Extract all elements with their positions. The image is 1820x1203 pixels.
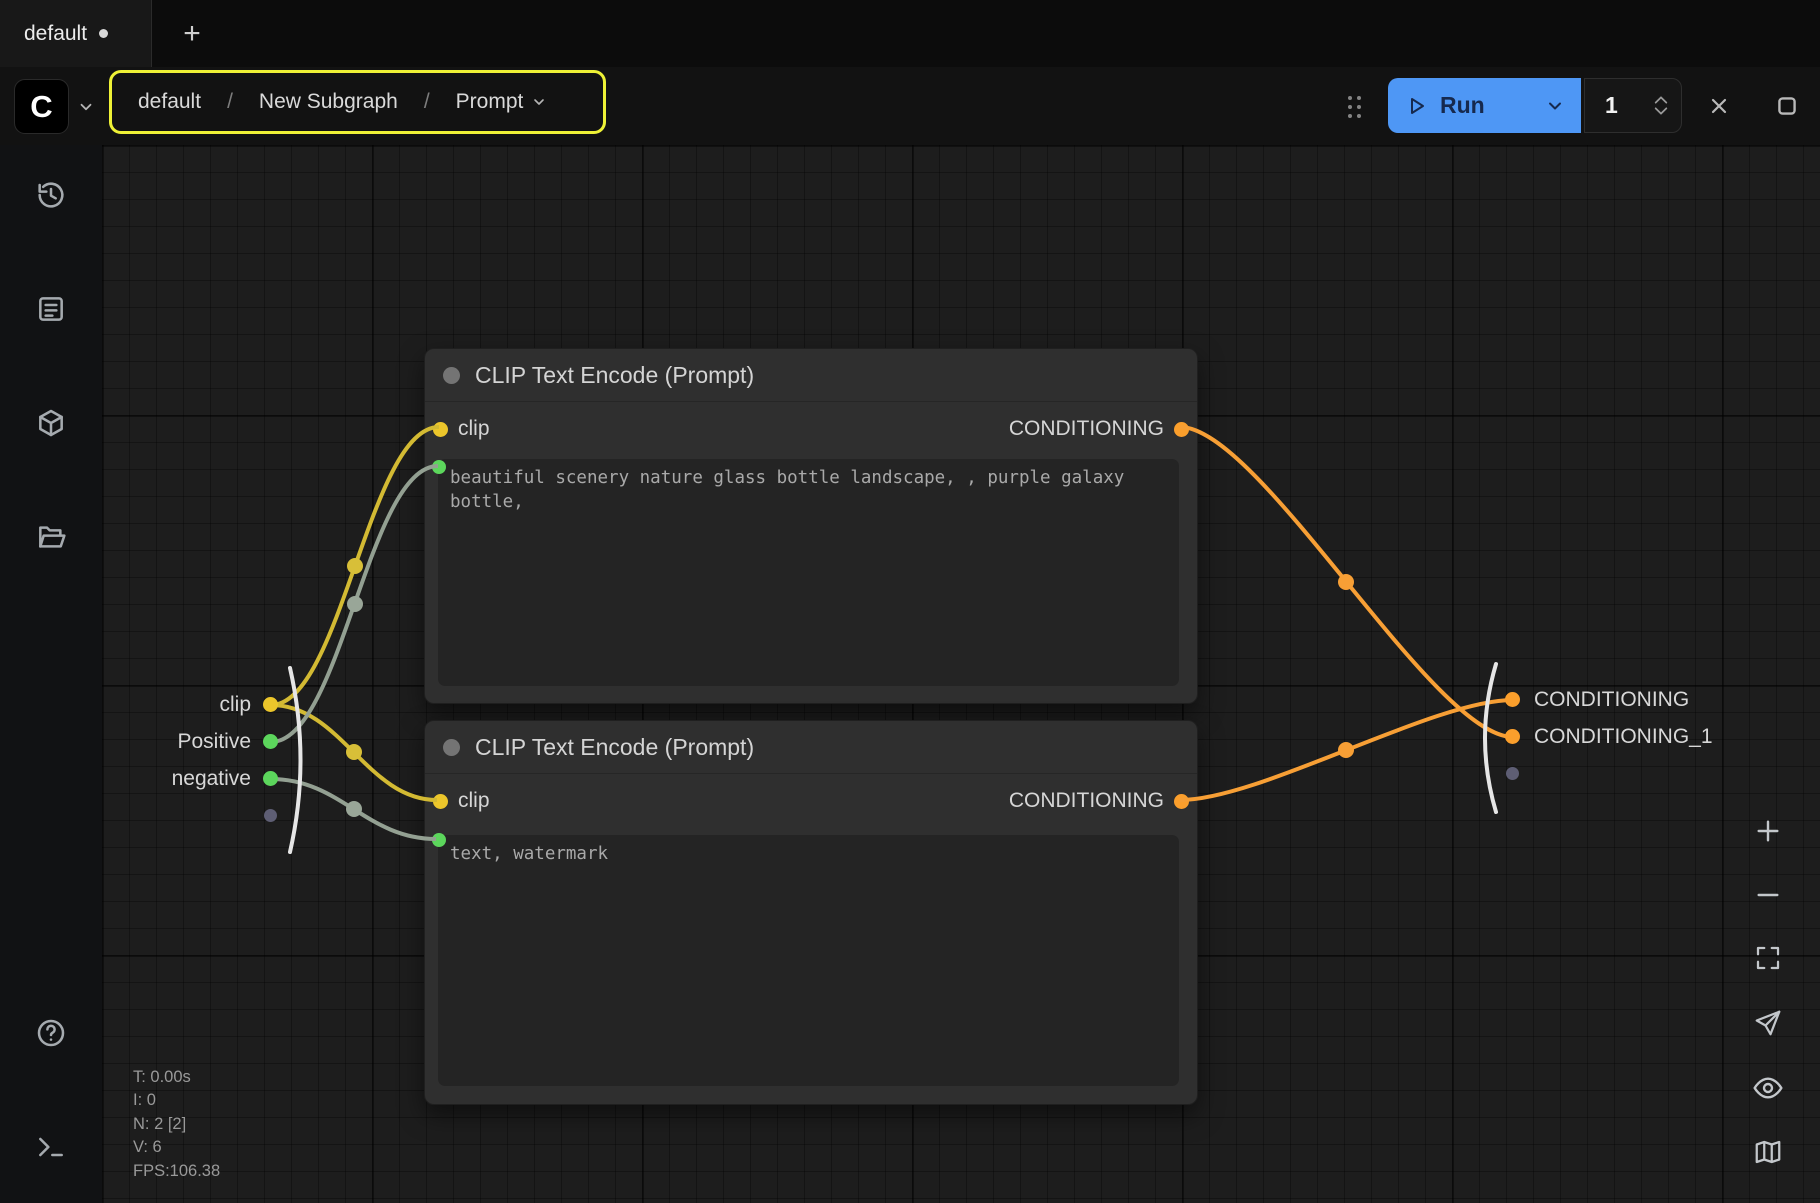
breadcrumb-separator: / bbox=[424, 90, 430, 114]
stat-version: V: 6 bbox=[133, 1136, 220, 1159]
workflow-tab-default[interactable]: default bbox=[0, 0, 152, 67]
stat-iterations: I: 0 bbox=[133, 1089, 220, 1112]
prompt-text-widget[interactable]: text, watermark bbox=[438, 835, 1179, 1086]
sidebar-item-node-library[interactable] bbox=[21, 279, 81, 339]
breadcrumb-item-prompt[interactable]: Prompt bbox=[456, 90, 548, 114]
clip-text-encode-node-2[interactable]: CLIP Text Encode (Prompt) clip CONDITION… bbox=[424, 720, 1198, 1105]
collapse-dot[interactable] bbox=[443, 739, 460, 756]
select-mode-button[interactable] bbox=[1746, 1001, 1790, 1045]
stepper-up-icon[interactable] bbox=[1653, 95, 1669, 105]
close-icon bbox=[1707, 94, 1731, 118]
minus-icon bbox=[1752, 879, 1784, 911]
comfyui-logo: C bbox=[14, 79, 69, 134]
app-menu-button[interactable]: C bbox=[14, 79, 95, 134]
subgraph-output-slot-empty[interactable] bbox=[1506, 767, 1519, 780]
history-icon bbox=[35, 179, 67, 211]
batch-count-stepper[interactable]: 1 bbox=[1584, 78, 1682, 133]
plus-icon bbox=[1752, 815, 1784, 847]
chevron-down-icon bbox=[77, 98, 95, 116]
batch-count-value[interactable]: 1 bbox=[1605, 92, 1653, 119]
clip-text-encode-node-1[interactable]: CLIP Text Encode (Prompt) clip CONDITION… bbox=[424, 348, 1198, 704]
cube-icon bbox=[35, 407, 67, 439]
performance-stats: T: 0.00s I: 0 N: 2 [2] V: 6 FPS:106.38 bbox=[133, 1066, 220, 1183]
conditioning-output-label: CONDITIONING bbox=[1009, 789, 1164, 813]
fit-view-icon bbox=[1753, 943, 1783, 973]
clip-input-label: clip bbox=[458, 789, 490, 813]
folder-open-icon bbox=[35, 521, 67, 553]
fit-view-button[interactable] bbox=[1746, 936, 1790, 980]
play-icon bbox=[1404, 94, 1428, 118]
clip-input-label: clip bbox=[458, 417, 490, 441]
square-icon bbox=[1774, 93, 1800, 119]
subgraph-output-slot-conditioning[interactable] bbox=[1505, 692, 1520, 707]
help-circle-icon bbox=[35, 1017, 67, 1049]
breadcrumb-item-subgraph[interactable]: New Subgraph bbox=[259, 90, 398, 114]
left-sidebar bbox=[0, 145, 102, 1203]
run-button[interactable]: Run bbox=[1388, 78, 1581, 133]
node-title-bar[interactable]: CLIP Text Encode (Prompt) bbox=[425, 349, 1197, 402]
list-document-icon bbox=[35, 293, 67, 325]
subgraph-input-slot-negative[interactable] bbox=[263, 771, 278, 786]
subgraph-output-label-conditioning: CONDITIONING bbox=[1534, 687, 1689, 713]
breadcrumb-separator: / bbox=[227, 90, 233, 114]
subgraph-input-label-clip: clip bbox=[101, 692, 251, 718]
stat-fps: FPS:106.38 bbox=[133, 1160, 220, 1183]
minimap-button[interactable] bbox=[1746, 1130, 1790, 1174]
node-slot-row: clip CONDITIONING bbox=[425, 774, 1197, 828]
toggle-visibility-button[interactable] bbox=[1746, 1066, 1790, 1110]
stepper-down-icon[interactable] bbox=[1653, 106, 1669, 116]
new-workflow-tab-button[interactable]: + bbox=[166, 0, 218, 67]
subgraph-output-slot-conditioning-1[interactable] bbox=[1505, 729, 1520, 744]
run-button-label: Run bbox=[1440, 92, 1485, 119]
subgraph-input-label-negative: negative bbox=[101, 766, 251, 792]
terminal-icon bbox=[35, 1131, 67, 1163]
cursor-send-icon bbox=[1753, 1008, 1783, 1038]
sidebar-item-model-library[interactable] bbox=[21, 393, 81, 453]
cancel-button[interactable] bbox=[1697, 84, 1741, 128]
zoom-out-button[interactable] bbox=[1746, 873, 1790, 917]
workflow-tab-label: default bbox=[24, 22, 87, 46]
stat-nodes: N: 2 [2] bbox=[133, 1113, 220, 1136]
run-options-chevron-icon[interactable] bbox=[1545, 96, 1565, 116]
sidebar-item-queue-history[interactable] bbox=[21, 165, 81, 225]
sidebar-item-help[interactable] bbox=[21, 1003, 81, 1063]
workflow-tab-bar: default + bbox=[0, 0, 1820, 67]
top-toolbar: C default / New Subgraph / Prompt Run 1 bbox=[0, 67, 1820, 145]
node-title: CLIP Text Encode (Prompt) bbox=[475, 362, 754, 389]
subgraph-input-slot-positive[interactable] bbox=[263, 734, 278, 749]
map-icon bbox=[1753, 1137, 1783, 1167]
conditioning-output-label: CONDITIONING bbox=[1009, 417, 1164, 441]
chevron-down-icon bbox=[531, 94, 547, 110]
breadcrumb: default / New Subgraph / Prompt bbox=[109, 70, 606, 134]
toolbar-drag-handle[interactable] bbox=[1348, 96, 1362, 119]
collapse-dot[interactable] bbox=[443, 367, 460, 384]
stat-time: T: 0.00s bbox=[133, 1066, 220, 1089]
subgraph-input-slot-clip[interactable] bbox=[263, 697, 278, 712]
stop-button[interactable] bbox=[1765, 84, 1809, 128]
breadcrumb-item-default[interactable]: default bbox=[138, 90, 201, 114]
node-slot-row: clip CONDITIONING bbox=[425, 402, 1197, 456]
subgraph-input-label-positive: Positive bbox=[101, 729, 251, 755]
zoom-in-button[interactable] bbox=[1746, 809, 1790, 853]
subgraph-input-slot-empty[interactable] bbox=[264, 809, 277, 822]
unsaved-changes-dot bbox=[99, 29, 108, 38]
breadcrumb-prompt-label: Prompt bbox=[456, 90, 524, 114]
node-title-bar[interactable]: CLIP Text Encode (Prompt) bbox=[425, 721, 1197, 774]
sidebar-item-terminal[interactable] bbox=[21, 1117, 81, 1177]
sidebar-item-workflows[interactable] bbox=[21, 507, 81, 567]
node-title: CLIP Text Encode (Prompt) bbox=[475, 734, 754, 761]
subgraph-output-label-conditioning-1: CONDITIONING_1 bbox=[1534, 724, 1713, 750]
eye-icon bbox=[1752, 1072, 1784, 1104]
prompt-text-widget[interactable]: beautiful scenery nature glass bottle la… bbox=[438, 459, 1179, 686]
